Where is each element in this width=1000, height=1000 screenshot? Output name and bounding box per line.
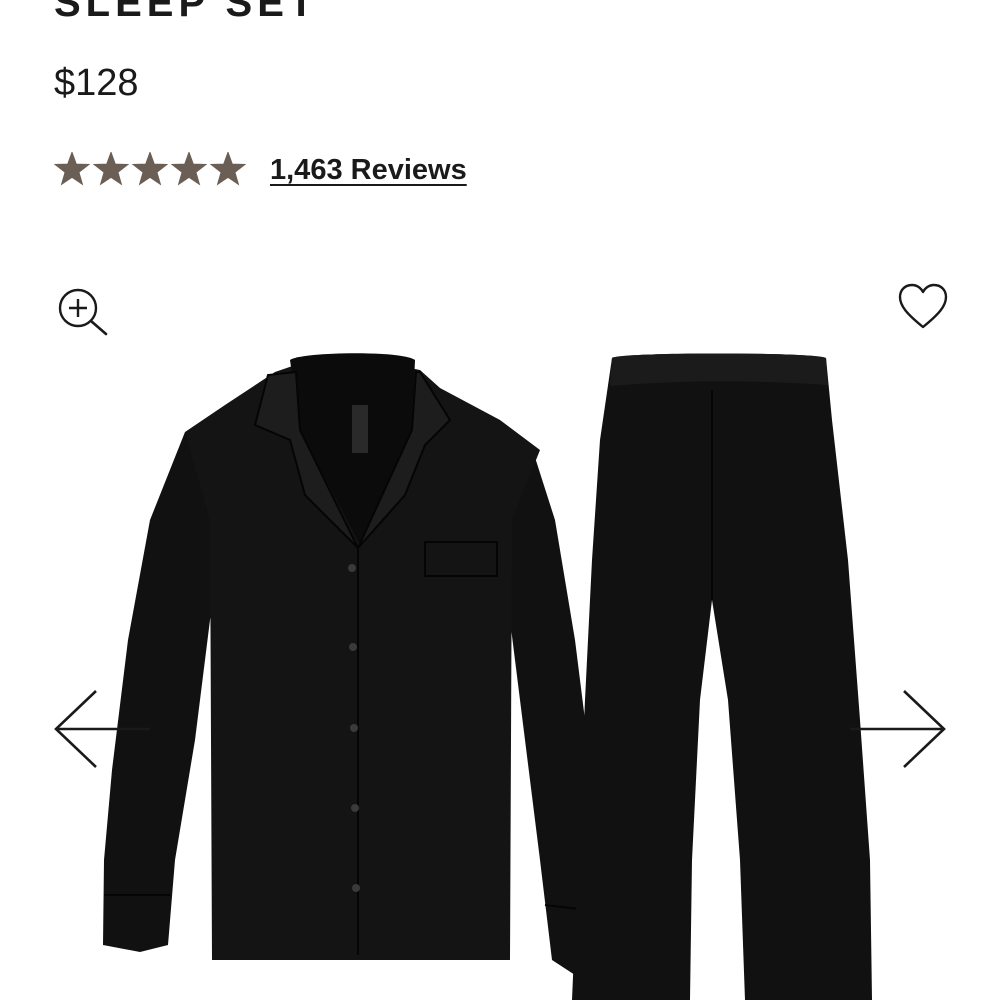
star-icon — [54, 152, 90, 186]
previous-image-button[interactable] — [52, 688, 152, 777]
next-image-button[interactable] — [848, 688, 948, 777]
star-icon — [171, 152, 207, 186]
rating-row: 1,463 Reviews — [54, 150, 467, 190]
product-price: $128 — [54, 62, 139, 104]
star-icon — [132, 152, 168, 186]
arrow-right-icon — [850, 690, 946, 768]
heart-outline-icon — [898, 283, 948, 329]
zoom-button[interactable] — [56, 286, 110, 345]
star-rating — [54, 152, 249, 188]
favorite-button[interactable] — [897, 282, 949, 337]
reviews-link[interactable]: 1,463 Reviews — [270, 154, 467, 187]
product-page: SLEEP SET $128 1,463 Reviews — [0, 0, 1000, 1000]
arrow-left-icon — [54, 690, 150, 768]
pajama-shirt — [103, 353, 612, 975]
star-icon — [93, 152, 129, 186]
product-image — [103, 353, 872, 1000]
zoom-in-icon — [58, 288, 108, 336]
product-title: SLEEP SET — [54, 0, 319, 25]
pajama-pants — [572, 353, 872, 1000]
star-icon — [210, 152, 246, 186]
